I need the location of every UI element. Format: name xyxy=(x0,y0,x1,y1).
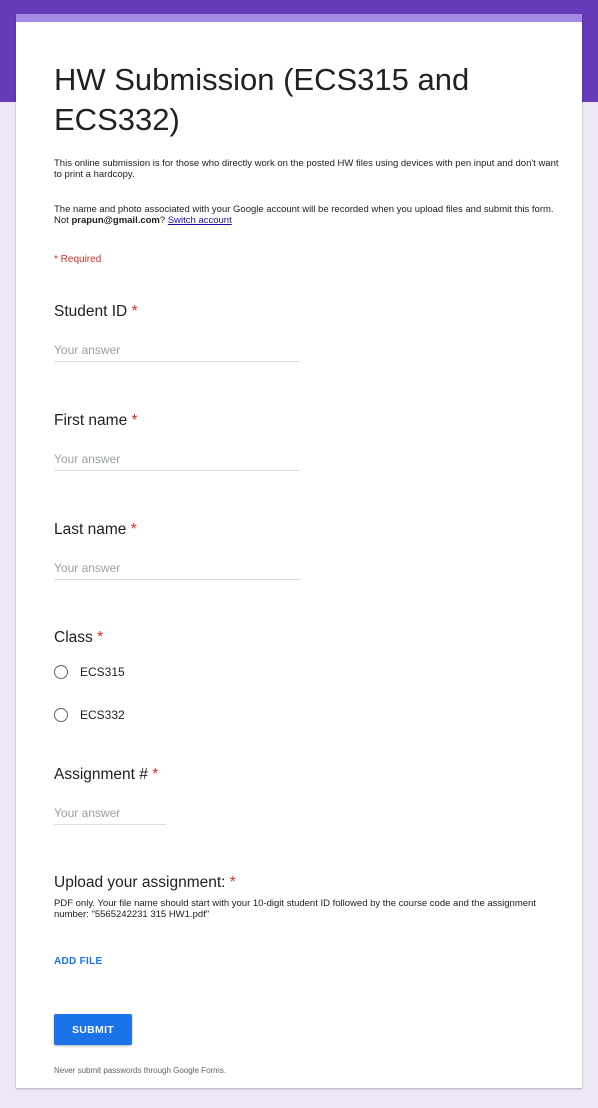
last-name-input[interactable] xyxy=(54,556,300,580)
form-card: HW Submission (ECS315 and ECS332) This o… xyxy=(16,14,582,1088)
required-star: * xyxy=(131,412,138,429)
radio-button[interactable] xyxy=(54,665,68,679)
upload-help-text: PDF only. Your file name should start wi… xyxy=(54,898,536,920)
upload-label: Upload your assignment: * xyxy=(54,874,236,892)
account-email: prapun@gmail.com xyxy=(71,215,160,226)
switch-account-link[interactable]: Switch account xyxy=(168,215,232,226)
required-star: * xyxy=(229,874,236,891)
student-id-label-text: Student ID xyxy=(54,303,128,320)
class-label: Class * xyxy=(54,629,103,647)
class-label-text: Class xyxy=(54,629,93,646)
required-star: * xyxy=(97,629,104,646)
class-option-label: ECS315 xyxy=(80,665,125,679)
footer-note: Never submit passwords through Google Fo… xyxy=(54,1066,227,1075)
class-option-label: ECS332 xyxy=(80,708,125,722)
first-name-label-text: First name xyxy=(54,412,128,429)
account-notice: The name and photo associated with your … xyxy=(54,204,564,226)
first-name-input[interactable] xyxy=(54,447,300,471)
required-star: * xyxy=(152,766,159,783)
assignment-label: Assignment # * xyxy=(54,766,158,784)
assignment-input[interactable] xyxy=(54,801,166,825)
student-id-label: Student ID * xyxy=(54,303,138,321)
form-title: HW Submission (ECS315 and ECS332) xyxy=(54,62,470,137)
student-id-input[interactable] xyxy=(54,338,300,362)
form-description: This online submission is for those who … xyxy=(54,158,559,180)
submit-button[interactable]: SUBMIT xyxy=(54,1014,132,1045)
required-star: * xyxy=(130,521,137,538)
class-option-ecs315[interactable]: ECS315 xyxy=(54,665,125,679)
add-file-button[interactable]: ADD FILE xyxy=(54,956,103,967)
account-notice-suffix: ? xyxy=(159,215,166,226)
class-option-ecs332[interactable]: ECS332 xyxy=(54,708,125,722)
first-name-label: First name * xyxy=(54,412,138,430)
last-name-label-text: Last name xyxy=(54,521,127,538)
assignment-label-text: Assignment # xyxy=(54,766,148,783)
required-note: * Required xyxy=(54,254,102,265)
required-star: * xyxy=(131,303,138,320)
radio-button[interactable] xyxy=(54,708,68,722)
last-name-label: Last name * xyxy=(54,521,137,539)
upload-label-text: Upload your assignment: xyxy=(54,874,226,891)
